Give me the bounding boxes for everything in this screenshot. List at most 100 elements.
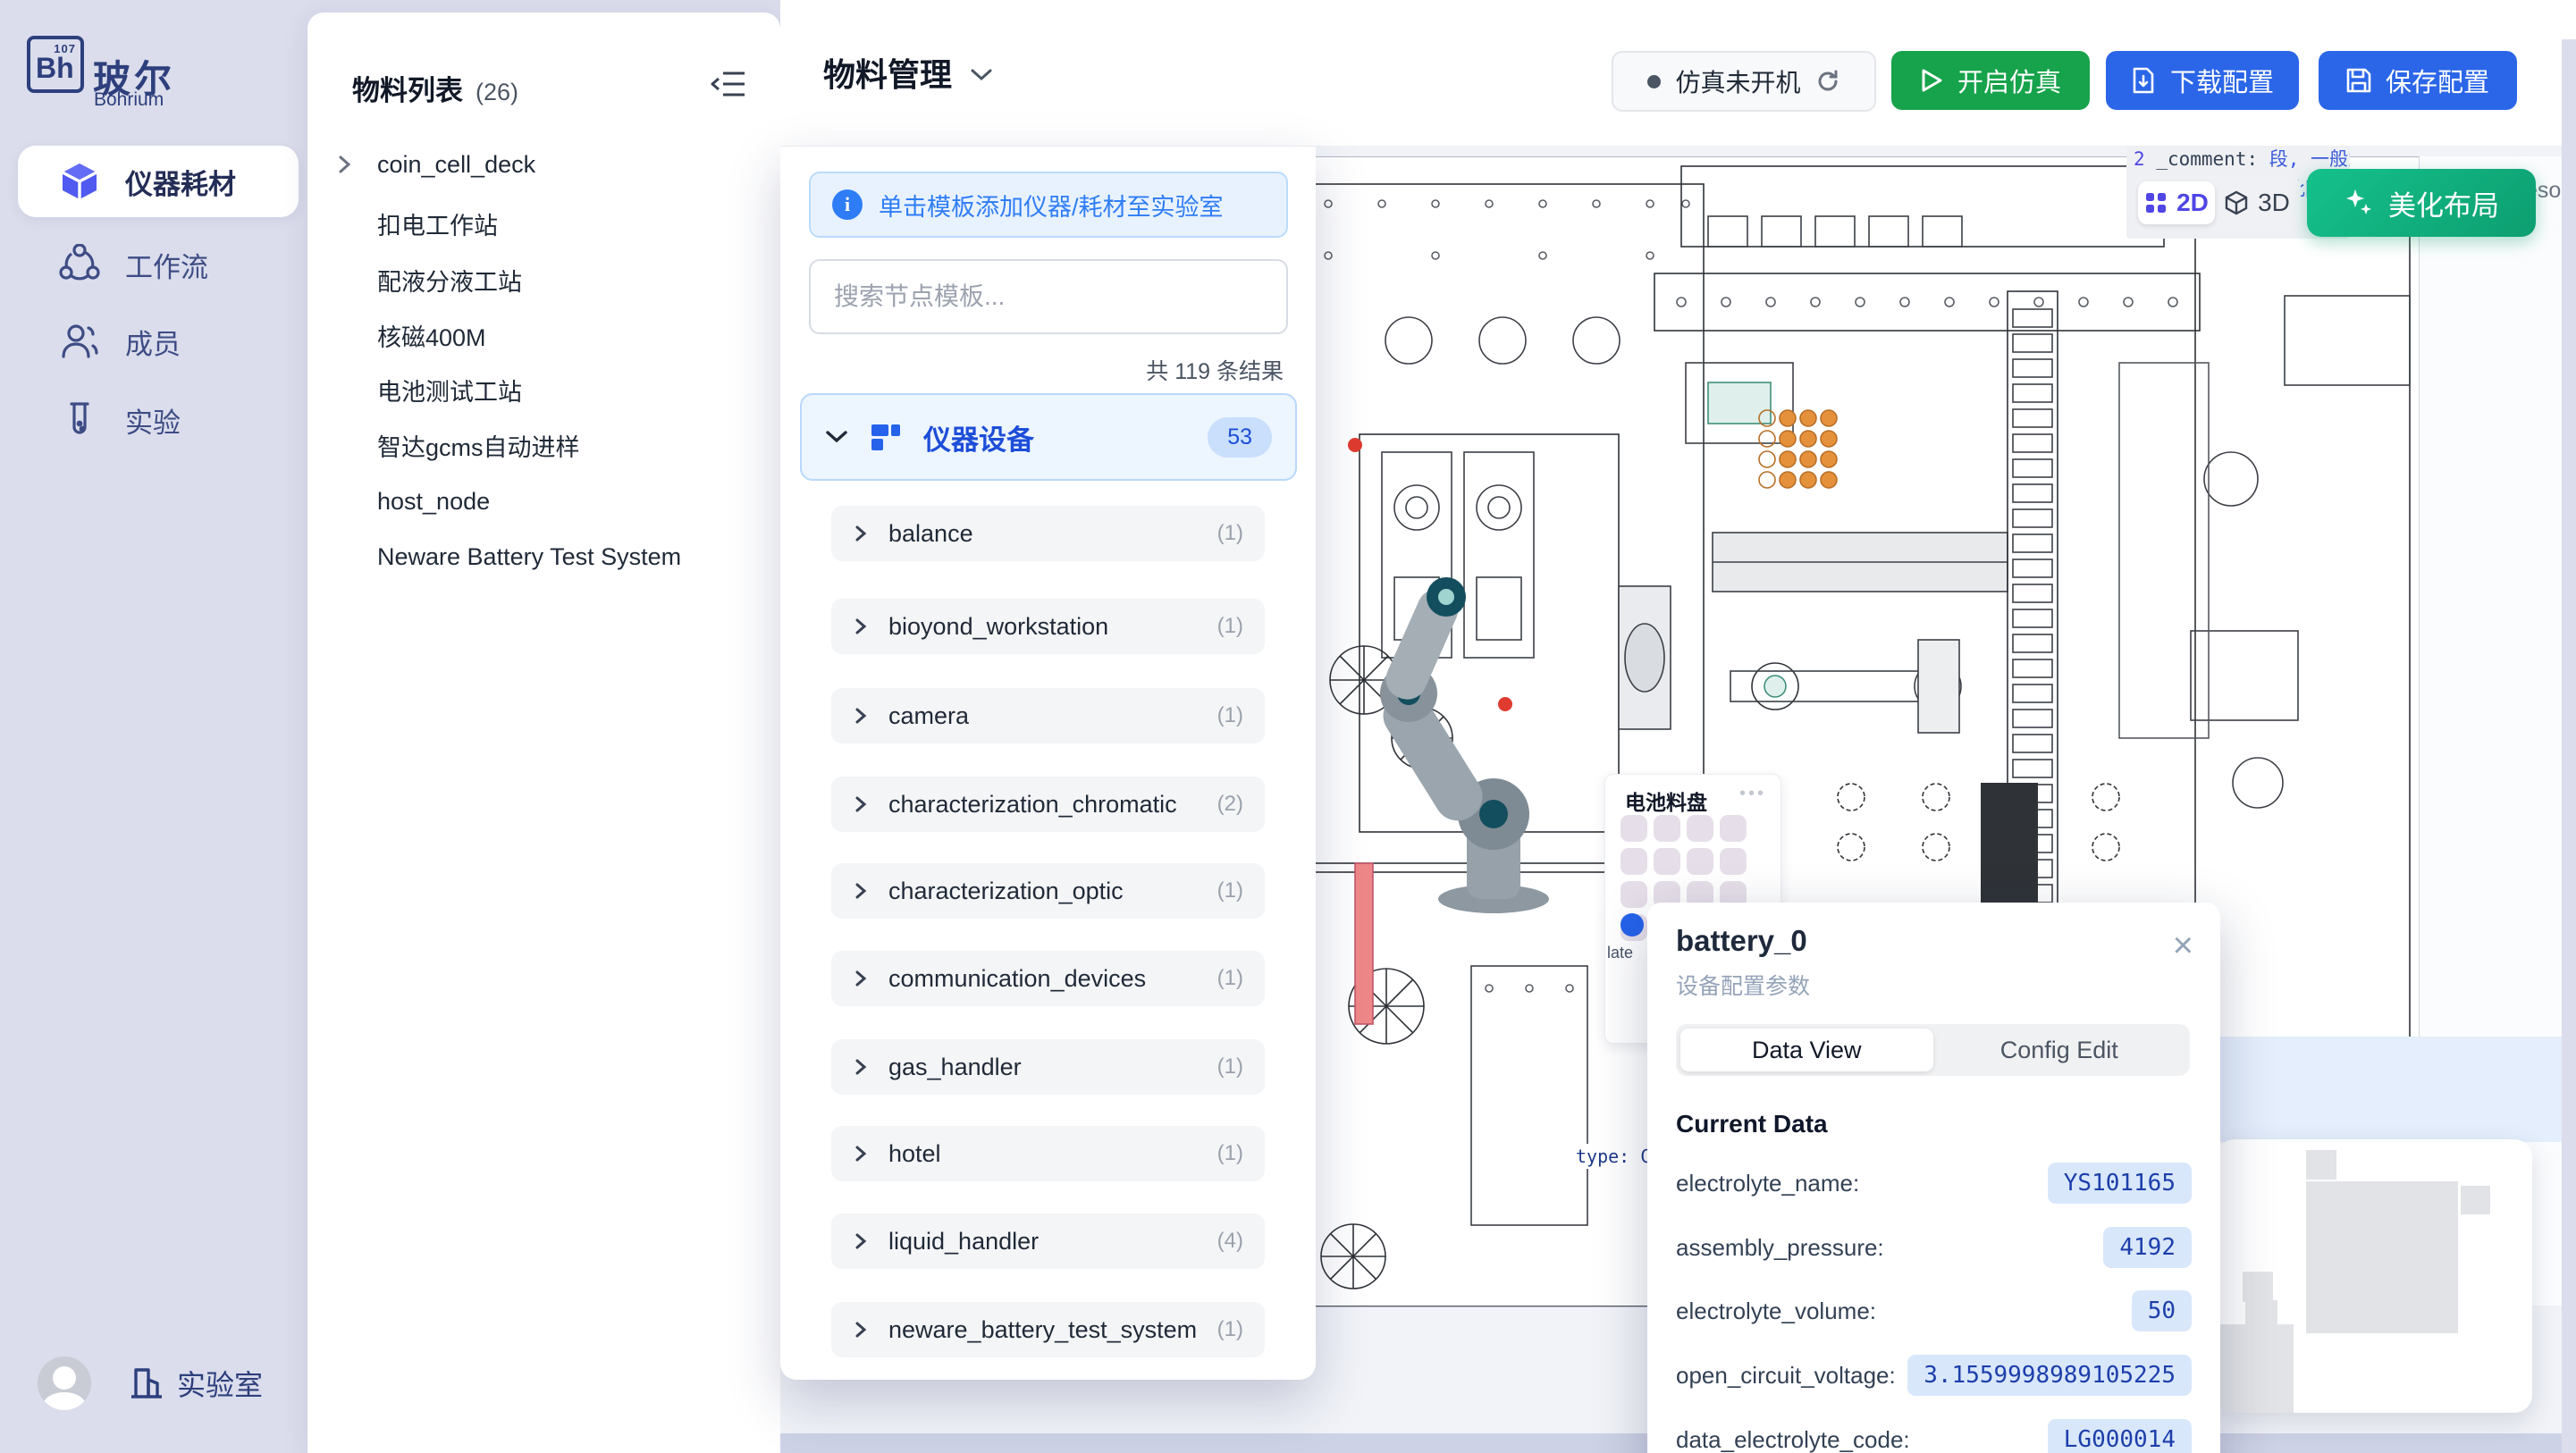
tab-config-edit[interactable]: Config Edit bbox=[1933, 1029, 2186, 1071]
tab-data-view[interactable]: Data View bbox=[1680, 1029, 1933, 1071]
hint-banner: i 单击模板添加仪器/耗材至实验室 bbox=[809, 172, 1288, 238]
template-item-bioyond-workstation[interactable]: bioyond_workstation(1) bbox=[831, 599, 1265, 654]
save-icon bbox=[2346, 68, 2371, 93]
chevron-right-icon bbox=[853, 525, 869, 542]
chevron-right-icon bbox=[853, 1145, 869, 1163]
material-item[interactable]: 核磁400M bbox=[334, 314, 797, 357]
simulation-status-chip[interactable]: 仿真未开机 bbox=[1612, 51, 1876, 112]
chevron-right-icon bbox=[853, 970, 869, 987]
download-config-button[interactable]: 下载配置 bbox=[2106, 51, 2299, 110]
sidebar-item-instruments[interactable]: 仪器耗材 bbox=[18, 146, 299, 217]
template-item-characterization-chromatic[interactable]: characterization_chromatic(2) bbox=[831, 777, 1265, 832]
user-avatar[interactable] bbox=[38, 1356, 91, 1410]
materials-title: 物料列表(26) bbox=[352, 68, 518, 108]
lab-label: 实验室 bbox=[177, 1363, 263, 1404]
data-row-open-circuit-voltage: open_circuit_voltage: 3.1559998989105225 bbox=[1676, 1352, 2192, 1398]
material-item[interactable]: 电池测试工站 bbox=[334, 368, 797, 411]
sidebar: 107 Bh 玻尔 Bohrium 仪器耗材 工作流 成员 bbox=[0, 0, 307, 1453]
chevron-right-icon bbox=[334, 155, 365, 174]
material-item[interactable]: 智达gcms自动进样 bbox=[334, 424, 797, 466]
members-icon bbox=[59, 321, 100, 362]
category-count-badge: 53 bbox=[1208, 417, 1272, 458]
current-data-heading: Current Data bbox=[1676, 1110, 1828, 1138]
view-mode-toggle: 2D 3D bbox=[2133, 176, 2301, 230]
template-panel: i 单击模板添加仪器/耗材至实验室 共 119 条结果 仪器设备 53 bala… bbox=[780, 146, 1316, 1380]
building-icon bbox=[129, 1365, 164, 1401]
start-simulation-button[interactable]: 开启仿真 bbox=[1891, 51, 2090, 110]
selected-battery-slot[interactable] bbox=[1621, 913, 1644, 936]
collapse-panel-icon[interactable] bbox=[711, 68, 746, 100]
clipped-plate-label: late bbox=[1607, 944, 1633, 962]
close-icon[interactable]: × bbox=[2173, 928, 2193, 963]
template-item-gas-handler[interactable]: gas_handler(1) bbox=[831, 1039, 1265, 1095]
toggle-3d[interactable]: 3D bbox=[2218, 181, 2295, 224]
material-item-label: Neware Battery Test System bbox=[377, 543, 681, 571]
chevron-right-icon bbox=[853, 707, 869, 725]
brand-subtitle: Bohrium bbox=[94, 89, 164, 111]
sidebar-item-members[interactable]: 成员 bbox=[18, 306, 299, 377]
workflow-icon bbox=[59, 244, 100, 285]
download-file-icon bbox=[2131, 67, 2156, 94]
results-count: 共 119 条结果 bbox=[1146, 354, 1284, 386]
page-title: 物料管理 bbox=[823, 49, 952, 96]
cube-icon bbox=[59, 161, 100, 202]
beautify-layout-button[interactable]: 美化布局 bbox=[2307, 169, 2536, 237]
hint-text: 单击模板添加仪器/耗材至实验室 bbox=[879, 188, 1224, 223]
material-item[interactable]: Neware Battery Test System bbox=[334, 535, 797, 578]
value-badge: 4192 bbox=[2103, 1227, 2192, 1268]
sidebar-item-workflow[interactable]: 工作流 bbox=[18, 229, 299, 300]
material-item[interactable]: 配液分液工站 bbox=[334, 258, 797, 301]
refresh-icon[interactable] bbox=[1815, 69, 1840, 94]
play-icon bbox=[1920, 68, 1943, 93]
material-item-label: 扣电工作站 bbox=[377, 206, 498, 241]
popup-subtitle: 设备配置参数 bbox=[1676, 969, 1810, 1001]
material-item[interactable]: host_node bbox=[334, 480, 797, 523]
sidebar-footer: 实验室 bbox=[0, 1340, 307, 1426]
category-instruments[interactable]: 仪器设备 53 bbox=[800, 393, 1297, 481]
sparkles-icon bbox=[2344, 188, 2374, 218]
minimap[interactable] bbox=[2217, 1139, 2532, 1413]
sidebar-item-label: 实验 bbox=[125, 400, 181, 441]
window-edge-strip bbox=[2562, 39, 2576, 1453]
template-item-camera[interactable]: camera(1) bbox=[831, 688, 1265, 743]
page-title-dropdown[interactable]: 物料管理 bbox=[823, 49, 993, 96]
app-window: 107 Bh 玻尔 Bohrium 仪器耗材 工作流 成员 bbox=[0, 0, 2576, 1453]
template-item-characterization-optic[interactable]: characterization_optic(1) bbox=[831, 863, 1265, 919]
template-item-neware-battery-test-system[interactable]: neware_battery_test_system(1) bbox=[831, 1302, 1265, 1357]
template-item-hotel[interactable]: hotel(1) bbox=[831, 1126, 1265, 1181]
page-header: 物料管理 仿真未开机 开启仿真 下载配置 保存配置 bbox=[780, 0, 2576, 147]
template-item-liquid-handler[interactable]: liquid_handler(4) bbox=[831, 1214, 1265, 1269]
sidebar-item-label: 成员 bbox=[125, 322, 181, 362]
popup-tabs: Data View Config Edit bbox=[1676, 1024, 2190, 1076]
tray-menu-icon[interactable]: ••• bbox=[1739, 784, 1766, 804]
chevron-right-icon bbox=[853, 1058, 869, 1076]
material-item-coin-cell-deck[interactable]: coin_cell_deck bbox=[334, 143, 754, 186]
popup-title: battery_0 bbox=[1676, 924, 1807, 958]
status-text: 仿真未开机 bbox=[1675, 63, 1800, 99]
data-row-data-electrolyte-code: data_electrolyte_code: LG000014 bbox=[1676, 1416, 2192, 1453]
template-item-balance[interactable]: balance(1) bbox=[831, 506, 1265, 561]
data-row-assembly-pressure: assembly_pressure: 4192 bbox=[1676, 1224, 2192, 1271]
chevron-right-icon bbox=[853, 1232, 869, 1250]
lab-entry[interactable]: 实验室 bbox=[129, 1363, 263, 1404]
sidebar-item-label: 仪器耗材 bbox=[125, 162, 236, 202]
value-badge: 50 bbox=[2132, 1290, 2192, 1331]
category-grid-icon bbox=[870, 421, 902, 453]
device-config-popup: battery_0 设备配置参数 × Data View Config Edit… bbox=[1647, 903, 2220, 1453]
material-item-label: host_node bbox=[377, 488, 490, 516]
chevron-right-icon bbox=[853, 795, 869, 813]
material-item-label: coin_cell_deck bbox=[377, 151, 535, 179]
template-item-communication-devices[interactable]: communication_devices(1) bbox=[831, 951, 1265, 1006]
status-dot bbox=[1647, 75, 1661, 88]
material-item[interactable]: 扣电工作站 bbox=[334, 202, 797, 245]
data-row-electrolyte-name: electrolyte_name: YS101165 bbox=[1676, 1160, 2192, 1206]
chevron-right-icon bbox=[853, 617, 869, 635]
search-input[interactable] bbox=[809, 259, 1288, 334]
save-config-button[interactable]: 保存配置 bbox=[2319, 51, 2517, 110]
materials-panel: 物料列表(26) coin_cell_deck 扣电工作站 配液分液工站 核磁4… bbox=[307, 13, 780, 1453]
code-line-number: 2 bbox=[2134, 148, 2145, 170]
code-value: 段, 一般为空, stat bbox=[2269, 148, 2350, 170]
code-key: _comment: bbox=[2156, 148, 2258, 170]
toggle-2d[interactable]: 2D bbox=[2138, 181, 2215, 224]
sidebar-item-experiments[interactable]: 实验 bbox=[18, 384, 299, 456]
